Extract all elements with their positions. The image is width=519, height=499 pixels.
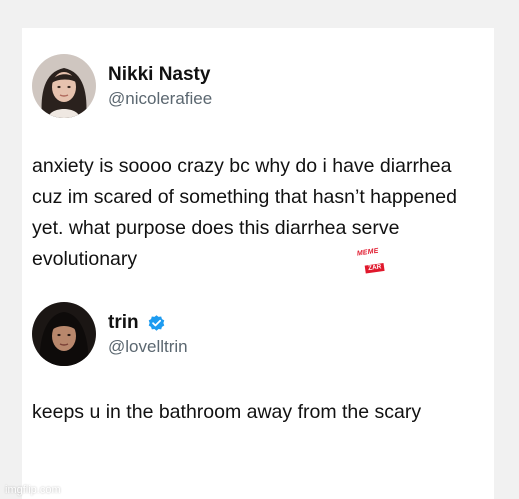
watermark-bottom: ZAR: [364, 262, 385, 274]
author-info: trin @lovelltrin: [108, 312, 188, 357]
display-name[interactable]: trin: [108, 312, 139, 334]
user-handle[interactable]: @nicolerafiee: [108, 89, 212, 109]
avatar-photo-icon: [32, 54, 96, 118]
avatar-nikki[interactable]: [32, 54, 96, 118]
author-info: Nikki Nasty @nicolerafiee: [108, 64, 212, 109]
tweet-text: keeps u in the bathroom away from the sc…: [32, 401, 422, 423]
verified-badge-icon: [147, 314, 166, 333]
memezar-watermark: MEME ZAR: [357, 246, 396, 275]
avatar-photo-icon: [32, 302, 96, 366]
display-name[interactable]: Nikki Nasty: [108, 64, 210, 86]
meme-image: Nikki Nasty @nicolerafiee anxiety is soo…: [0, 0, 519, 499]
user-handle[interactable]: @lovelltrin: [108, 337, 188, 357]
imgflip-credit: imgflip.com: [5, 484, 61, 496]
tweet-text: anxiety is soooo crazy bc why do i have …: [32, 155, 457, 270]
screenshot-card: Nikki Nasty @nicolerafiee anxiety is soo…: [22, 28, 494, 499]
avatar-trin[interactable]: [32, 302, 96, 366]
